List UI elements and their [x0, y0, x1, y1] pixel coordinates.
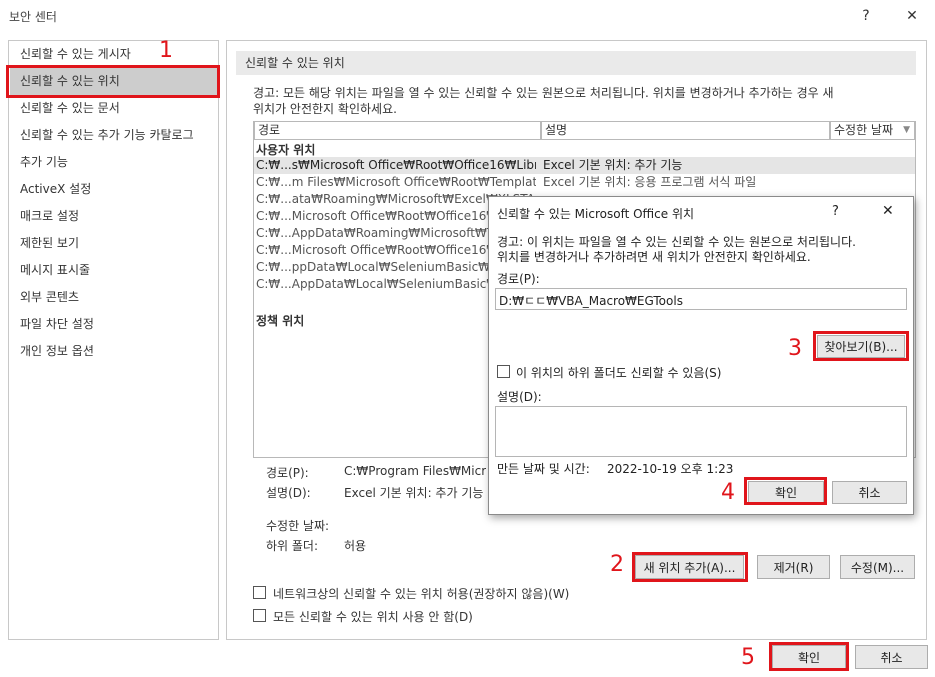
column-header-date[interactable]: 수정한 날짜 ▼ — [830, 122, 915, 140]
disable-all-locations-label: 모든 신뢰할 수 있는 위치 사용 안 함(D) — [273, 610, 473, 624]
category-nav: 신뢰할 수 있는 게시자 신뢰할 수 있는 위치 신뢰할 수 있는 문서 신뢰할… — [8, 40, 219, 640]
allow-network-locations-checkbox[interactable] — [253, 586, 266, 599]
detail-subfolder-label: 하위 폴더: — [266, 539, 319, 553]
nav-item-privacy-options[interactable]: 개인 정보 옵션 — [10, 338, 217, 365]
disable-all-locations-checkbox[interactable] — [253, 609, 266, 622]
dialog-desc-input[interactable] — [495, 406, 907, 457]
dialog-path-input[interactable]: D:₩ㄷㄷ₩VBA_Macro₩EGTools — [495, 288, 907, 310]
dialog-path-label: 경로(P): — [497, 272, 540, 286]
window-title: 보안 센터 — [9, 10, 57, 24]
nav-item-macro-settings[interactable]: 매크로 설정 — [10, 203, 217, 230]
detail-desc-label: 설명(D): — [266, 486, 311, 500]
modify-button[interactable]: 수정(M)... — [840, 555, 915, 579]
annotation-number-3: 3 — [788, 336, 802, 361]
table-row[interactable]: C:₩...s₩Microsoft Office₩Root₩Office16₩L… — [254, 157, 915, 174]
detail-path-value: C:₩Program Files₩Microsoft Office₩Root₩O… — [344, 464, 486, 478]
trusted-location-dialog: 신뢰할 수 있는 Microsoft Office 위치 ? ✕ 경고: 이 위… — [488, 196, 914, 515]
sort-arrow-icon: ▼ — [903, 125, 910, 135]
dialog-ok-button[interactable]: 확인 — [748, 481, 824, 504]
dialog-title: 신뢰할 수 있는 Microsoft Office 위치 — [497, 207, 695, 221]
dialog-cancel-button[interactable]: 취소 — [832, 481, 907, 504]
warning-text: 경고: 모든 해당 위치는 파일을 열 수 있는 신뢰할 수 있는 원본으로 처… — [253, 85, 893, 117]
table-row[interactable]: C:₩...m Files₩Microsoft Office₩Root₩Temp… — [254, 174, 915, 191]
detail-subfolder-value: 허용 — [344, 539, 367, 553]
allow-network-locations-label: 네트워크상의 신뢰할 수 있는 위치 허용(권장하지 않음)(W) — [273, 587, 570, 601]
add-new-location-button[interactable]: 새 위치 추가(A)... — [635, 555, 744, 579]
group-policy-locations: 정책 위치 — [256, 314, 305, 328]
nav-item-activex[interactable]: ActiveX 설정 — [10, 176, 217, 203]
nav-item-message-bar[interactable]: 메시지 표시줄 — [10, 257, 217, 284]
detail-date-label: 수정한 날짜: — [266, 519, 330, 533]
browse-button[interactable]: 찾아보기(B)... — [817, 335, 905, 358]
column-header-path[interactable]: 경로 — [254, 122, 541, 140]
help-button[interactable]: ? — [843, 0, 889, 31]
close-icon: ✕ — [906, 7, 918, 24]
nav-item-protected-view[interactable]: 제한된 보기 — [10, 230, 217, 257]
nav-item-trusted-documents[interactable]: 신뢰할 수 있는 문서 — [10, 95, 217, 122]
nav-item-trusted-publishers[interactable]: 신뢰할 수 있는 게시자 — [10, 41, 217, 68]
nav-item-file-block[interactable]: 파일 차단 설정 — [10, 311, 217, 338]
dialog-close-icon[interactable]: ✕ — [882, 203, 894, 219]
section-title: 신뢰할 수 있는 위치 — [245, 56, 345, 70]
dialog-date-label: 만든 날짜 및 시간: — [497, 462, 590, 476]
ok-button[interactable]: 확인 — [772, 645, 846, 669]
nav-item-trusted-locations[interactable]: 신뢰할 수 있는 위치 — [10, 68, 217, 95]
detail-desc-value: Excel 기본 위치: 추가 기능 — [344, 486, 484, 500]
annotation-number-1: 1 — [159, 38, 173, 63]
detail-path-label: 경로(P): — [266, 466, 309, 480]
warning-line-1: 경고: 모든 해당 위치는 파일을 열 수 있는 신뢰할 수 있는 원본으로 처… — [253, 86, 834, 100]
dialog-date-value: 2022-10-19 오후 1:23 — [607, 462, 734, 476]
annotation-number-5: 5 — [741, 645, 755, 670]
cancel-button[interactable]: 취소 — [855, 645, 928, 669]
nav-item-trusted-addin-catalogs[interactable]: 신뢰할 수 있는 추가 기능 카탈로그 — [10, 122, 217, 149]
dialog-warning: 경고: 이 위치는 파일을 열 수 있는 신뢰할 수 있는 원본으로 처리됩니다… — [497, 235, 856, 265]
help-icon: ? — [862, 7, 870, 24]
dialog-warning-line-2: 위치를 변경하거나 추가하려면 새 위치가 안전한지 확인하세요. — [497, 250, 811, 264]
annotation-number-2: 2 — [610, 552, 624, 577]
group-user-locations: 사용자 위치 — [256, 143, 316, 157]
nav-item-external-content[interactable]: 외부 콘텐츠 — [10, 284, 217, 311]
column-header-description[interactable]: 설명 — [541, 122, 830, 140]
warning-line-2: 위치가 안전한지 확인하세요. — [253, 102, 397, 116]
dialog-subfolder-checkbox[interactable] — [497, 365, 510, 378]
close-button[interactable]: ✕ — [889, 0, 935, 31]
dialog-desc-label: 설명(D): — [497, 390, 542, 404]
dialog-help-icon[interactable]: ? — [832, 204, 839, 219]
dialog-subfolder-label: 이 위치의 하위 폴더도 신뢰할 수 있음(S) — [516, 366, 722, 380]
annotation-number-4: 4 — [721, 480, 735, 505]
nav-item-addins[interactable]: 추가 기능 — [10, 149, 217, 176]
dialog-warning-line-1: 경고: 이 위치는 파일을 열 수 있는 신뢰할 수 있는 원본으로 처리됩니다… — [497, 235, 856, 249]
remove-button[interactable]: 제거(R) — [757, 555, 830, 579]
